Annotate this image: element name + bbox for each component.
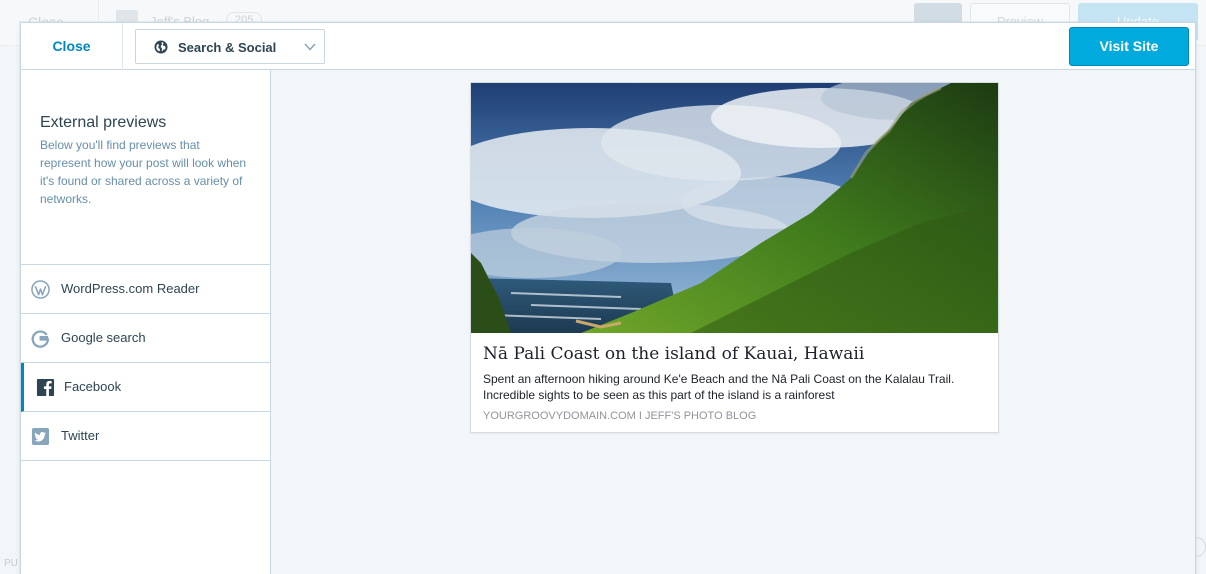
- facebook-preview-card: Nā Pali Coast on the island of Kauai, Ha…: [470, 82, 999, 433]
- visit-site-button[interactable]: Visit Site: [1069, 27, 1189, 66]
- preview-services-list: WordPress.com Reader Google search Faceb…: [21, 264, 271, 461]
- sidebar-item-twitter[interactable]: Twitter: [21, 412, 271, 461]
- preview-post-title[interactable]: Nā Pali Coast on the island of Kauai, Ha…: [483, 344, 864, 364]
- close-button[interactable]: Close: [21, 23, 123, 70]
- post-featured-image: [471, 83, 998, 333]
- sidebar-item-label: Google search: [61, 330, 146, 345]
- globe-icon: [154, 40, 168, 54]
- sidebar-description: Below you'll find previews that represen…: [40, 138, 247, 206]
- sidebar-item-label: Facebook: [64, 379, 122, 394]
- sidebar-item-label: Twitter: [61, 428, 100, 443]
- coastline-photo: [471, 83, 998, 333]
- sidebar-item-wordpress-reader[interactable]: WordPress.com Reader: [21, 265, 271, 314]
- background-footer-fragment: PU: [4, 558, 18, 569]
- sidebar-item-google-search[interactable]: Google search: [21, 314, 271, 363]
- previews-sidebar: External previews Below you'll find prev…: [21, 70, 271, 574]
- sidebar-item-facebook[interactable]: Facebook: [21, 363, 271, 412]
- preview-post-domain: YOURGROOVYDOMAIN.COM I JEFF'S PHOTO BLOG: [483, 410, 757, 422]
- wordpress-icon: [31, 280, 50, 299]
- preview-post-description: Spent an afternoon hiking around Ke'e Be…: [483, 372, 955, 402]
- preview-type-select[interactable]: Search & Social: [135, 29, 325, 64]
- sidebar-title: External previews: [40, 114, 167, 131]
- twitter-icon: [31, 427, 50, 446]
- sidebar-item-label: WordPress.com Reader: [61, 281, 200, 296]
- chevron-down-icon: [304, 43, 316, 51]
- external-previews-modal: Close Search & Social Visit Site Externa…: [20, 22, 1196, 574]
- google-icon: [31, 330, 50, 348]
- modal-header: Close Search & Social Visit Site: [21, 23, 1195, 70]
- facebook-icon: [36, 378, 55, 397]
- preview-type-select-label: Search & Social: [178, 40, 277, 55]
